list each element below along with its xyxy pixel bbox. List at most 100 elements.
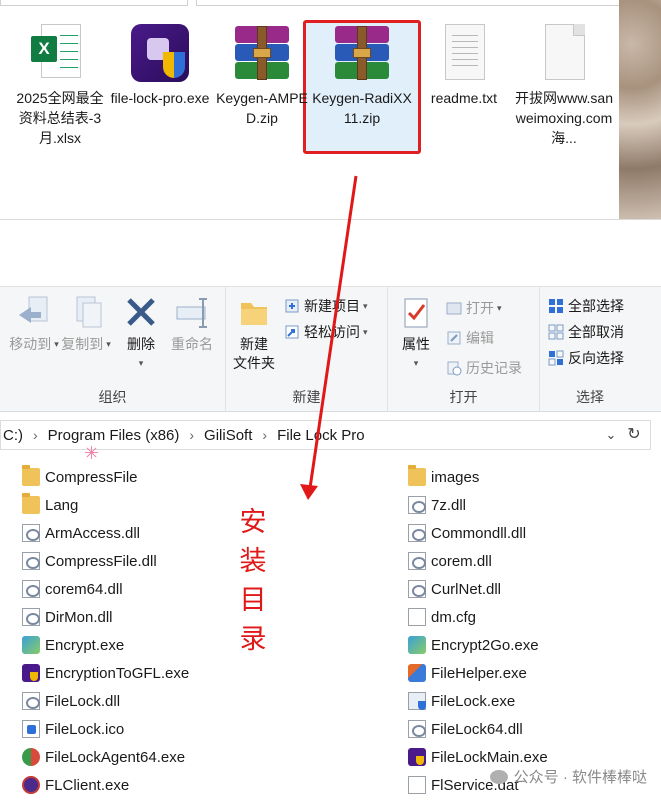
- file-list-item[interactable]: Encrypt.exe: [22, 634, 124, 658]
- breadcrumb-item[interactable]: C:): [3, 427, 23, 444]
- file-list-item[interactable]: FileLock64.dll: [408, 718, 523, 742]
- rename-button[interactable]: 重命名: [166, 293, 218, 354]
- properties-label: 属性: [402, 336, 430, 352]
- annotation-label: 安装目录: [239, 507, 267, 655]
- file-tile-keygen-radixx11[interactable]: Keygen-RadiXX11.zip: [312, 22, 412, 128]
- file-name: FileLock64.dll: [431, 721, 523, 738]
- file-list-item[interactable]: corem64.dll: [22, 578, 123, 602]
- file-list-item[interactable]: Commondll.dll: [408, 522, 526, 546]
- file-list-item[interactable]: FileLockAgent64.exe: [22, 746, 185, 770]
- invert-selection-icon: [548, 350, 564, 366]
- file-name: corem64.dll: [45, 581, 123, 598]
- file-tile-readme[interactable]: readme.txt: [414, 22, 514, 108]
- file-list-item[interactable]: corem.dll: [408, 550, 492, 574]
- easy-access-button[interactable]: 轻松访问 ▾: [284, 321, 368, 343]
- refresh-icon[interactable]: ↻: [624, 421, 644, 449]
- easy-access-icon: [284, 324, 300, 340]
- divider: [0, 219, 661, 220]
- group-title-organize: 组织: [98, 389, 127, 405]
- copy-to-button[interactable]: 复制到 ▾: [60, 293, 112, 354]
- file-list-item[interactable]: CompressFile.dll: [22, 550, 157, 574]
- file-list-item[interactable]: 7z.dll: [408, 494, 466, 518]
- file-list-item[interactable]: images: [408, 465, 480, 490]
- edit-icon: [446, 330, 462, 346]
- file-list-item[interactable]: CurlNet.dll: [408, 578, 501, 602]
- ribbon: 移动到 ▾ 复制到 ▾ 删除 ▾ 重命名 组织 新建 文件夹 新建项目 ▾ 轻松…: [0, 286, 661, 412]
- file-tile-site-link[interactable]: 开拔网www.sanweimoxing.com 海...: [514, 22, 614, 148]
- file-list-item[interactable]: EncryptionToGFL.exe: [22, 662, 189, 686]
- file-name: CurlNet.dll: [431, 581, 502, 598]
- file-list-item[interactable]: DirMon.dll: [22, 606, 113, 630]
- invert-selection-label: 反向选择: [568, 350, 624, 366]
- file-tile-filelock-exe[interactable]: file-lock-pro.exe: [110, 22, 210, 108]
- delete-icon: [122, 293, 160, 331]
- file-list-item[interactable]: ArmAccess.dll: [22, 522, 140, 546]
- delete-button[interactable]: 删除 ▾: [118, 293, 164, 373]
- folder-icon: [22, 493, 40, 514]
- encrypt-app-icon: [22, 636, 40, 654]
- file-name: Encrypt2Go.exe: [431, 637, 539, 654]
- ribbon-group-select: 全部选择 全部取消 反向选择 选择: [540, 287, 640, 411]
- folder-icon: [408, 465, 426, 486]
- file-list-item[interactable]: FileLock.ico: [22, 718, 124, 742]
- copy-to-icon: [67, 293, 105, 331]
- file-name: FileHelper.exe: [431, 665, 527, 682]
- file-tile-keygen-amped[interactable]: Keygen-AMPED.zip: [212, 22, 312, 128]
- file-name: CompressFile: [45, 469, 138, 486]
- breadcrumb-item[interactable]: GiliSoft: [204, 427, 252, 444]
- file-tile-label: 2025全网最全资料总结表-3月.xlsx: [16, 90, 104, 146]
- file-list-item[interactable]: dm.cfg: [408, 606, 476, 630]
- file-name: Lang: [45, 497, 79, 514]
- file-list-item[interactable]: CompressFile: [22, 465, 138, 490]
- copy-to-label: 复制到: [61, 336, 104, 352]
- group-title-open: 打开: [449, 389, 478, 405]
- file-name: FileLock.dll: [45, 693, 121, 710]
- file-tile-label: readme.txt: [430, 90, 498, 106]
- new-item-label: 新建项目: [304, 298, 360, 314]
- ribbon-group-open: 属性 ▾ 打开 ▾ 编辑 历史记录 打开: [388, 287, 540, 411]
- select-all-button[interactable]: 全部选择: [548, 295, 624, 317]
- edit-button[interactable]: 编辑: [446, 327, 494, 349]
- open-button[interactable]: 打开 ▾: [446, 297, 502, 319]
- select-none-label: 全部取消: [568, 324, 624, 340]
- file-list-item[interactable]: FileLock.dll: [22, 690, 120, 714]
- file-icon: [408, 608, 426, 626]
- new-item-button[interactable]: 新建项目 ▾: [284, 295, 368, 317]
- select-all-label: 全部选择: [568, 298, 624, 314]
- file-name: images: [431, 469, 480, 486]
- properties-button[interactable]: 属性 ▾: [394, 293, 438, 373]
- file-tile-xlsx[interactable]: X 2025全网最全资料总结表-3月.xlsx: [10, 22, 110, 148]
- ribbon-group-organize: 移动到 ▾ 复制到 ▾ 删除 ▾ 重命名 组织: [0, 287, 226, 411]
- file-list-item[interactable]: Lang: [22, 493, 79, 518]
- new-folder-button[interactable]: 新建 文件夹: [228, 293, 280, 373]
- breadcrumb-item[interactable]: File Lock Pro: [277, 427, 365, 444]
- file-list-item[interactable]: FileLock.exe: [408, 690, 515, 714]
- invert-selection-button[interactable]: 反向选择: [548, 347, 624, 369]
- file-list-item[interactable]: FLClient.exe: [22, 774, 129, 798]
- filelock-app-icon: [22, 664, 40, 682]
- breadcrumb: C:) › Program Files (x86) › GiliSoft › File Lo…: [3, 421, 365, 450]
- history-button[interactable]: 历史记录: [446, 357, 522, 379]
- file-name: DirMon.dll: [45, 609, 113, 626]
- agent-app-icon: [22, 748, 40, 766]
- chevron-down-icon[interactable]: ⌄: [602, 421, 620, 449]
- file-tile-label: 开拔网www.sanweimoxing.com 海...: [514, 90, 614, 146]
- select-none-button[interactable]: 全部取消: [548, 321, 624, 343]
- file-list-item[interactable]: FileHelper.exe: [408, 662, 527, 686]
- dll-file-icon: [22, 580, 40, 598]
- file-list-item[interactable]: Encrypt2Go.exe: [408, 634, 539, 658]
- dll-file-icon: [408, 524, 426, 542]
- ribbon-group-new: 新建 文件夹 新建项目 ▾ 轻松访问 ▾ 新建: [226, 287, 388, 411]
- select-none-icon: [548, 324, 564, 340]
- chevron-right-icon[interactable]: ›: [262, 421, 267, 449]
- breadcrumb-item[interactable]: Program Files (x86): [48, 427, 180, 444]
- dll-file-icon: [408, 552, 426, 570]
- winrar-archive-icon: [231, 22, 293, 84]
- chevron-right-icon[interactable]: ›: [33, 421, 38, 449]
- dll-file-icon: [22, 552, 40, 570]
- dll-file-icon: [408, 580, 426, 598]
- winrar-archive-icon: [331, 22, 393, 84]
- chevron-right-icon[interactable]: ›: [189, 421, 194, 449]
- file-name: FLClient.exe: [45, 777, 130, 794]
- move-to-button[interactable]: 移动到 ▾: [8, 293, 60, 354]
